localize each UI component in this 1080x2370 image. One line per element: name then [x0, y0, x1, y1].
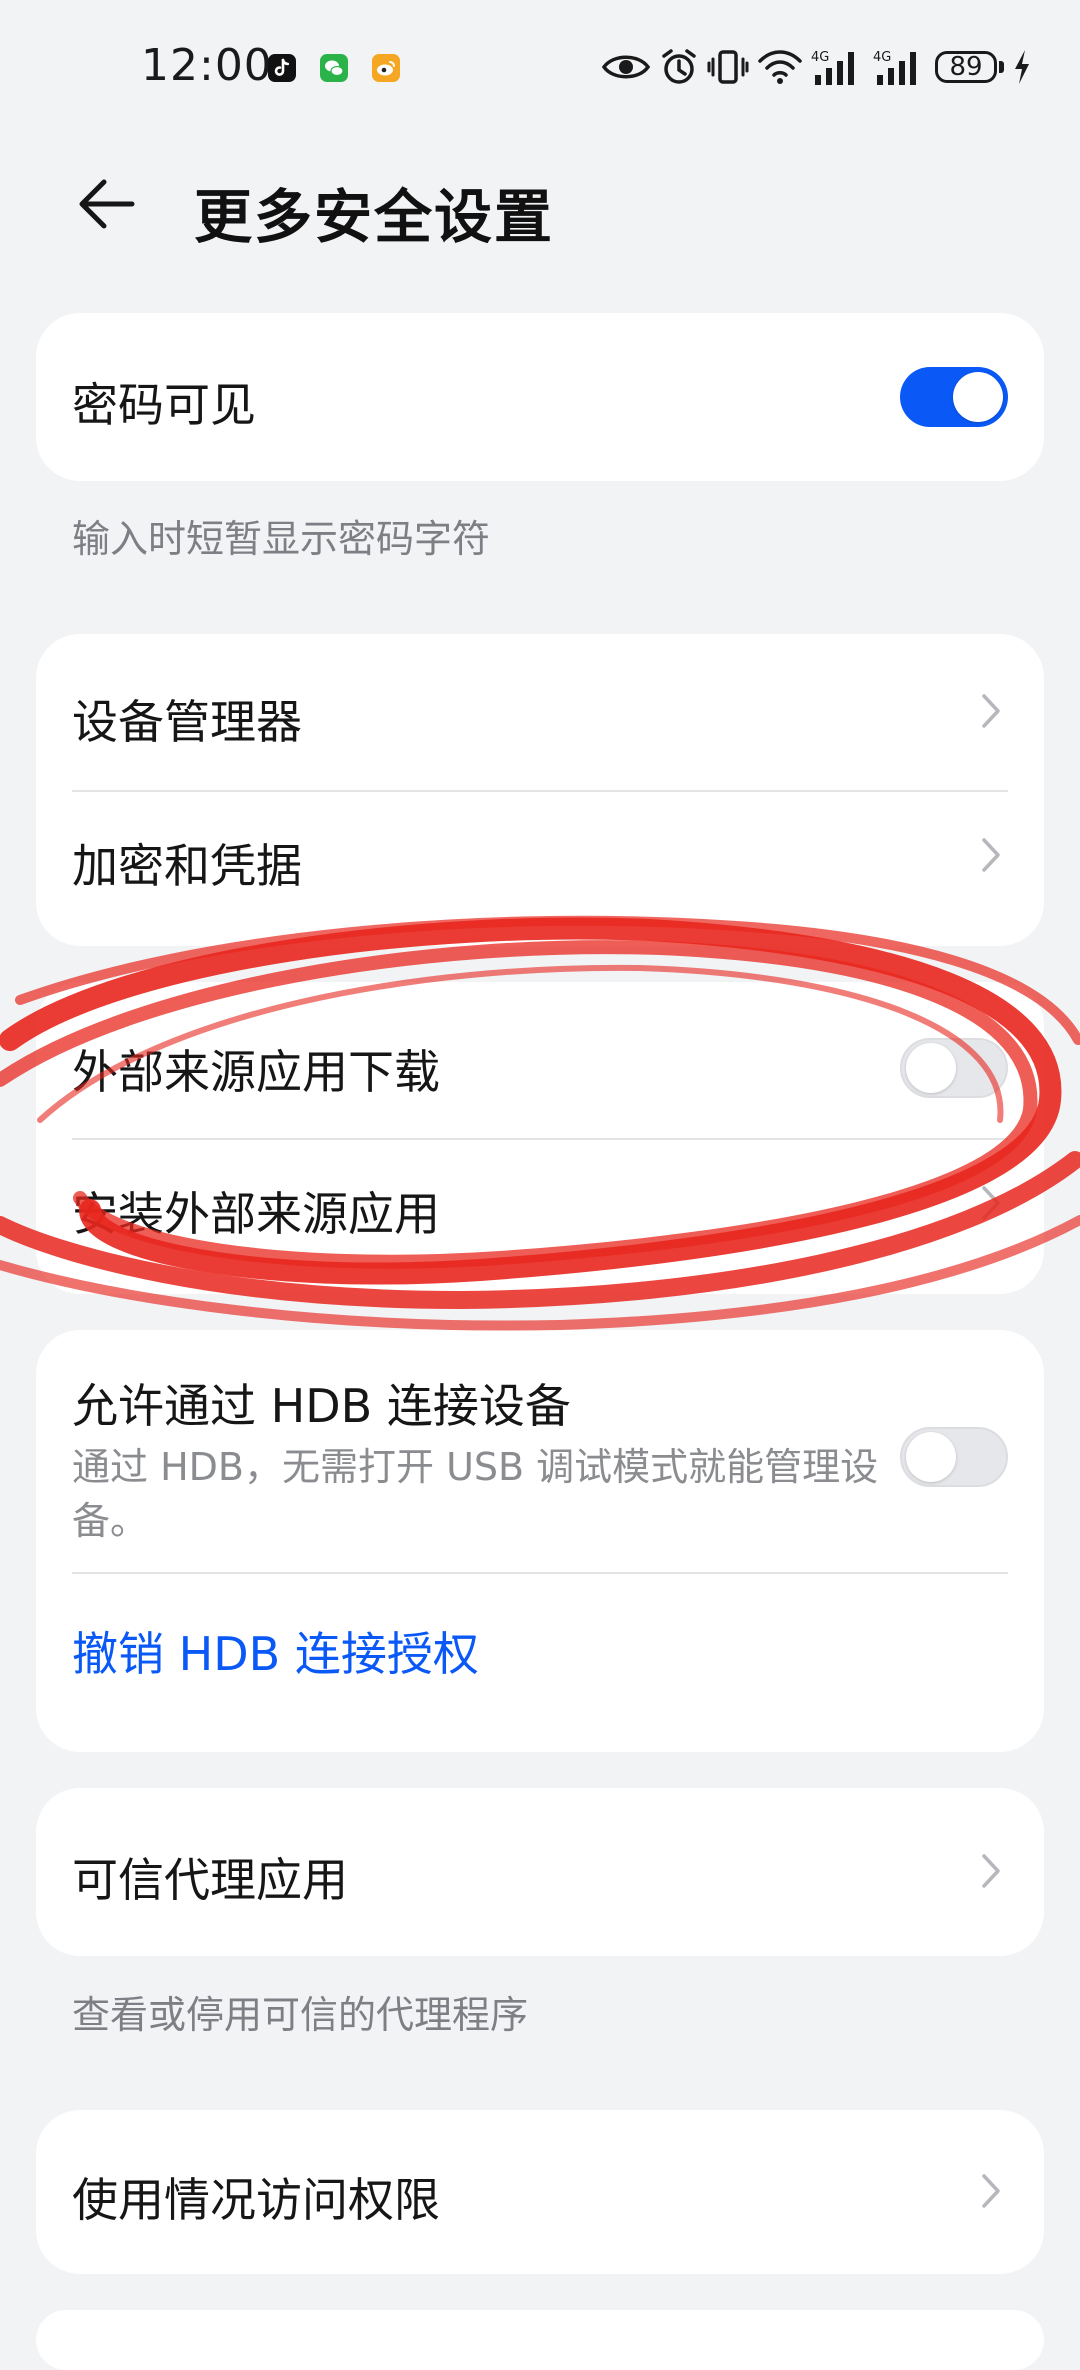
- toggle-knob: [953, 372, 1003, 422]
- list-item-install-external[interactable]: 安装外部来源应用: [36, 1140, 1044, 1294]
- hdb-card: 允许通过 HDB 连接设备 通过 HDB，无需打开 USB 调试模式就能管理设备…: [36, 1330, 1044, 1752]
- status-time: 12:00: [141, 40, 273, 91]
- password-visible-card: 密码可见: [36, 313, 1044, 481]
- install-external-label: 安装外部来源应用: [72, 1187, 440, 1241]
- usage-access-card: 使用情况访问权限: [36, 2110, 1044, 2274]
- trust-agents-hint: 查看或停用可信的代理程序: [72, 1993, 529, 2037]
- charging-icon: [1012, 48, 1032, 86]
- eye-icon: [601, 51, 651, 83]
- device-card: 设备管理器 加密和凭据: [36, 634, 1044, 946]
- device-manager-label: 设备管理器: [72, 695, 302, 749]
- hdb-allow-toggle[interactable]: [900, 1427, 1008, 1487]
- svg-text:4G: 4G: [811, 50, 829, 65]
- list-item-trust-agents[interactable]: 可信代理应用: [36, 1788, 1044, 1956]
- wechat-icon: [320, 54, 348, 82]
- list-item-encryption[interactable]: 加密和凭据: [36, 792, 1044, 946]
- encryption-label: 加密和凭据: [72, 839, 302, 893]
- list-item-usage-access[interactable]: 使用情况访问权限: [36, 2110, 1044, 2274]
- alarm-icon: [659, 47, 699, 87]
- next-card-partial: [36, 2310, 1044, 2370]
- external-download-toggle[interactable]: [900, 1038, 1008, 1098]
- password-visible-hint: 输入时短暂显示密码字符: [72, 517, 491, 561]
- chevron-right-icon: [982, 694, 1000, 728]
- tiktok-icon: [268, 54, 296, 82]
- external-download-row[interactable]: 外部来源应用下载: [36, 982, 1044, 1138]
- page-title: 更多安全设置: [194, 183, 555, 251]
- list-item-device-manager[interactable]: 设备管理器: [36, 634, 1044, 790]
- chevron-right-icon: [982, 1854, 1000, 1888]
- hdb-revoke-link[interactable]: 撤销 HDB 连接授权: [36, 1574, 1044, 1752]
- hdb-allow-row[interactable]: 允许通过 HDB 连接设备 通过 HDB，无需打开 USB 调试模式就能管理设备…: [36, 1330, 1044, 1572]
- status-icons: 4G 4G 89: [601, 42, 1032, 92]
- trust-agents-label: 可信代理应用: [72, 1853, 348, 1907]
- usage-access-label: 使用情况访问权限: [72, 2173, 440, 2227]
- external-sources-card: 外部来源应用下载 安装外部来源应用: [36, 982, 1044, 1294]
- status-bar: 12:00 4G 4G 89: [0, 0, 1080, 140]
- chevron-right-icon: [982, 1186, 1000, 1220]
- external-download-label: 外部来源应用下载: [72, 1045, 440, 1099]
- battery-icon: 89: [935, 49, 1004, 85]
- chevron-right-icon: [982, 838, 1000, 872]
- toggle-knob: [906, 1043, 956, 1093]
- arrow-left-icon: [79, 179, 135, 229]
- wifi-icon: [757, 48, 803, 86]
- toggle-knob: [906, 1432, 956, 1482]
- hdb-allow-label: 允许通过 HDB 连接设备: [72, 1379, 571, 1433]
- hdb-allow-sublabel: 通过 HDB，无需打开 USB 调试模式就能管理设备。: [72, 1445, 879, 1543]
- password-visible-toggle[interactable]: [900, 367, 1008, 427]
- password-visible-label: 密码可见: [72, 378, 256, 432]
- password-visible-row[interactable]: 密码可见: [36, 313, 1044, 481]
- back-button[interactable]: [70, 168, 150, 240]
- trust-agents-card: 可信代理应用: [36, 1788, 1044, 1956]
- hdb-revoke-label: 撤销 HDB 连接授权: [72, 1627, 479, 1681]
- weibo-icon: [372, 54, 400, 82]
- chevron-right-icon: [982, 2174, 1000, 2208]
- signal-4g-icon: 4G: [873, 47, 927, 87]
- battery-level: 89: [949, 52, 983, 82]
- signal-4g-icon: 4G: [811, 47, 865, 87]
- svg-text:4G: 4G: [873, 50, 891, 65]
- vibrate-icon: [707, 47, 749, 87]
